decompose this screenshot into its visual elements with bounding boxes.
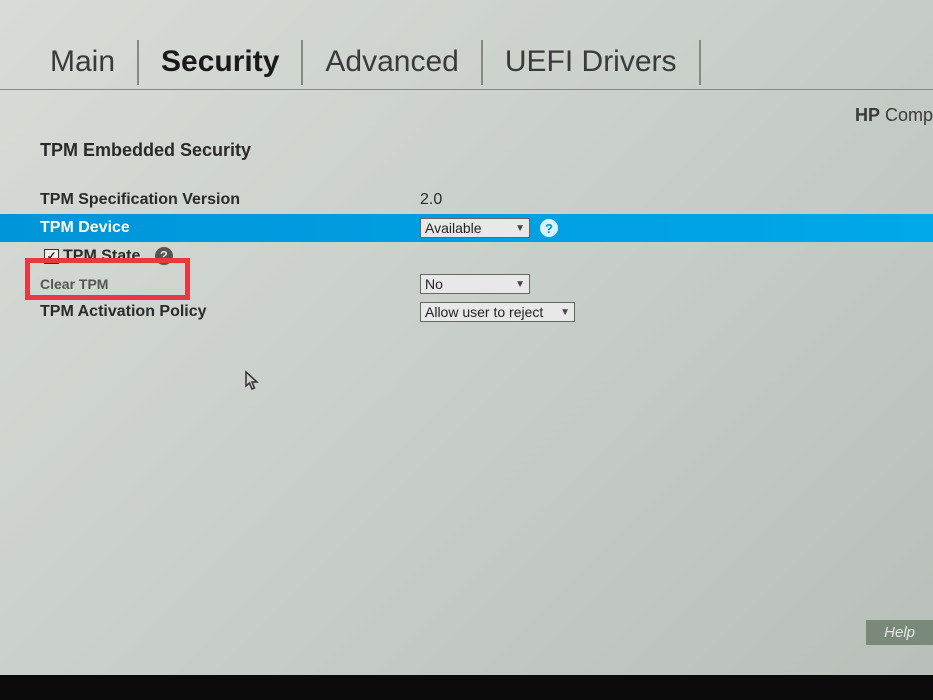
dropdown-value: Allow user to reject <box>425 304 543 320</box>
section-title: TPM Embedded Security <box>0 90 933 186</box>
setting-tpm-state[interactable]: ✓TPM State ? <box>40 242 933 270</box>
cursor-icon <box>244 370 262 398</box>
setting-label: ✓TPM State ? <box>44 247 424 266</box>
tab-advanced[interactable]: Advanced <box>305 37 478 87</box>
setting-value: 2.0 <box>420 191 442 209</box>
setting-tpm-device[interactable]: TPM Device Available ▼ ? <box>0 214 933 242</box>
setting-clear-tpm: Clear TPM No ▼ <box>40 270 933 298</box>
setting-label: Clear TPM <box>40 276 420 292</box>
brand-label: HP Comp <box>855 105 933 126</box>
tab-separator <box>699 40 701 85</box>
clear-tpm-dropdown[interactable]: No ▼ <box>420 274 530 294</box>
setting-tpm-activation-policy: TPM Activation Policy Allow user to reje… <box>40 298 933 326</box>
tpm-state-checkbox[interactable]: ✓ <box>44 249 59 264</box>
setting-label: TPM Specification Version <box>40 191 420 209</box>
setting-label: TPM Device <box>40 219 420 237</box>
tpm-device-dropdown[interactable]: Available ▼ <box>420 218 530 238</box>
tab-separator <box>481 40 483 85</box>
help-icon[interactable]: ? <box>540 219 558 237</box>
tab-separator <box>301 40 303 85</box>
chevron-down-icon: ▼ <box>515 279 525 290</box>
help-icon[interactable]: ? <box>155 247 173 265</box>
setting-label: TPM Activation Policy <box>40 303 420 321</box>
tab-uefi-drivers[interactable]: UEFI Drivers <box>485 37 697 87</box>
settings-area: TPM Specification Version 2.0 TPM Device… <box>0 186 933 326</box>
tab-security[interactable]: Security <box>141 37 299 87</box>
setting-tpm-spec-version: TPM Specification Version 2.0 <box>40 186 933 214</box>
tab-separator <box>137 40 139 85</box>
tab-bar: Main Security Advanced UEFI Drivers <box>0 0 933 90</box>
chevron-down-icon: ▼ <box>560 307 570 318</box>
tpm-activation-policy-dropdown[interactable]: Allow user to reject ▼ <box>420 302 575 322</box>
dropdown-value: Available <box>425 220 482 236</box>
chevron-down-icon: ▼ <box>515 223 525 234</box>
help-button[interactable]: Help <box>866 620 933 645</box>
tab-main[interactable]: Main <box>30 37 135 87</box>
dropdown-value: No <box>425 276 443 292</box>
bottom-bar <box>0 675 933 700</box>
